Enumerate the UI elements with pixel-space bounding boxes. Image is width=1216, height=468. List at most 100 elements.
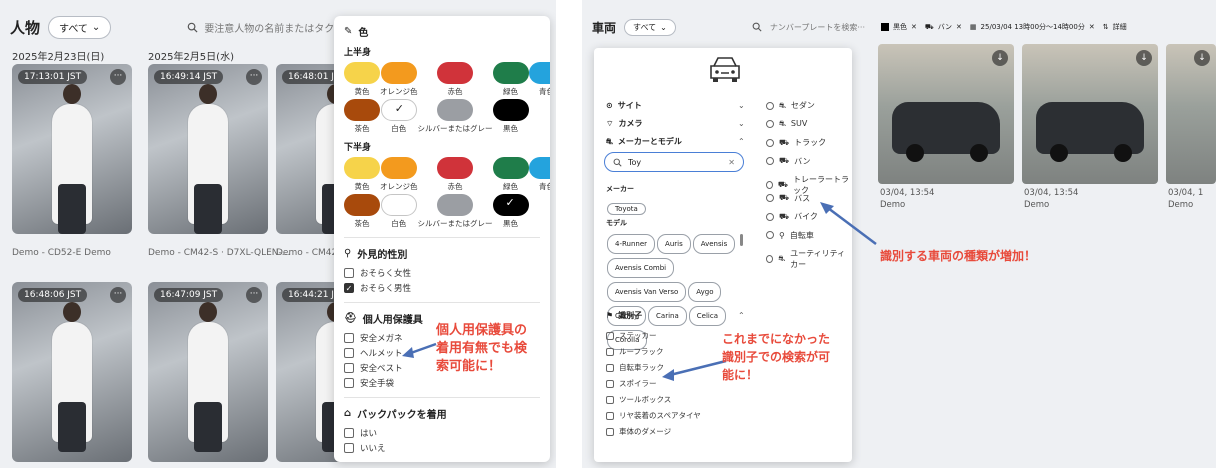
identifier-row[interactable]: ⚑ 識別子 ⌃	[606, 310, 745, 321]
color-dot[interactable]	[344, 99, 380, 121]
radio-button[interactable]	[766, 138, 774, 147]
checkbox[interactable]	[344, 378, 354, 388]
color-swatch[interactable]: オレンジ色	[380, 157, 418, 192]
close-icon[interactable]: ✕	[956, 23, 962, 31]
checkbox[interactable]	[606, 427, 614, 436]
vehicle-type-option[interactable]: ⛟ バス	[766, 193, 810, 204]
checkbox[interactable]	[344, 348, 354, 358]
close-icon[interactable]: ✕	[1089, 23, 1095, 31]
color-swatch[interactable]: 緑色	[492, 62, 529, 97]
checkbox[interactable]	[606, 379, 614, 388]
identifier-option[interactable]: リヤ装着のスペアタイヤ	[606, 410, 701, 421]
color-swatch[interactable]: 赤色	[418, 157, 493, 192]
model-tag[interactable]: 4-Runner	[607, 234, 656, 254]
color-dot[interactable]	[437, 99, 473, 121]
download-icon[interactable]: ↓	[992, 50, 1008, 66]
vehicle-type-option[interactable]: ⛐ SUV	[766, 119, 807, 129]
color-dot[interactable]: ✓	[492, 194, 529, 216]
vehicle-thumb[interactable]: ↓	[878, 44, 1014, 184]
checkbox-checked[interactable]: ✓	[344, 283, 354, 293]
person-card[interactable]: 17:13:01 JST ···	[12, 64, 132, 234]
checkbox[interactable]	[344, 268, 354, 278]
color-swatch[interactable]: 黄色	[344, 157, 380, 192]
download-icon[interactable]: ↓	[1194, 50, 1210, 66]
checkbox[interactable]	[606, 395, 614, 404]
identifier-option[interactable]: 車体のダメージ	[606, 426, 671, 437]
maker-tag[interactable]: Toyota	[607, 203, 646, 215]
more-icon[interactable]: ···	[110, 287, 126, 303]
color-dot[interactable]	[380, 194, 417, 216]
model-tag[interactable]: Avensis Combi	[607, 258, 675, 278]
color-dot[interactable]	[344, 157, 380, 179]
color-dot[interactable]	[344, 62, 380, 84]
more-icon[interactable]: ···	[246, 69, 262, 85]
checkbox[interactable]	[606, 331, 614, 340]
color-dot[interactable]	[492, 99, 529, 121]
checkbox[interactable]	[606, 347, 614, 356]
color-swatch[interactable]: 茶色	[344, 99, 380, 134]
close-icon[interactable]: ✕	[911, 23, 917, 31]
chevron-up-icon[interactable]: ⌃	[738, 311, 745, 320]
checkbox[interactable]	[344, 428, 354, 438]
identifier-option[interactable]: ルーフラック	[606, 346, 664, 357]
color-dot[interactable]	[380, 62, 417, 84]
filter-all-dropdown[interactable]: すべて ⌄	[48, 15, 112, 39]
color-dot[interactable]	[437, 62, 473, 84]
color-dot[interactable]: ✓	[380, 99, 417, 121]
checkbox[interactable]	[344, 333, 354, 343]
color-swatch[interactable]: ✓ 白色	[380, 99, 418, 134]
identifier-option[interactable]: 自転車ラック	[606, 362, 664, 373]
color-dot[interactable]	[528, 62, 550, 84]
color-dot[interactable]	[380, 157, 417, 179]
filter-all-dropdown[interactable]: すべて ⌄	[624, 18, 676, 36]
color-swatch[interactable]: 赤色	[418, 62, 493, 97]
checkbox[interactable]	[606, 363, 614, 372]
color-swatch[interactable]: シルバーまたはグレー	[418, 194, 493, 229]
radio-button[interactable]	[766, 181, 773, 189]
download-icon[interactable]: ↓	[1136, 50, 1152, 66]
radio-button[interactable]	[766, 255, 774, 263]
make-model-row[interactable]: ⛐ メーカーとモデル ⌃	[606, 136, 745, 147]
radio-button[interactable]	[766, 157, 774, 165]
color-dot[interactable]	[492, 157, 529, 179]
checkbox[interactable]	[344, 443, 354, 453]
color-swatch[interactable]: 緑色	[492, 157, 529, 192]
person-card[interactable]: 16:47:09 JST ···	[148, 282, 268, 462]
radio-button[interactable]	[766, 101, 774, 110]
vehicle-type-option[interactable]: ⛟ バン	[766, 156, 810, 167]
color-dot[interactable]	[492, 62, 529, 84]
color-dot[interactable]	[344, 194, 380, 216]
chevron-down-icon[interactable]: ⌄	[738, 101, 745, 110]
color-swatch[interactable]: オレンジ色	[380, 62, 418, 97]
site-row[interactable]: ⊙ サイト ⌄	[606, 100, 745, 111]
model-tag[interactable]: Auris	[657, 234, 691, 254]
clear-icon[interactable]: ✕	[728, 158, 735, 167]
vehicle-type-option[interactable]: ⚲ 自転車	[766, 230, 814, 241]
color-swatch[interactable]: 青色	[528, 62, 550, 97]
color-dot[interactable]	[437, 157, 473, 179]
chevron-up-icon[interactable]: ⌃	[738, 137, 745, 146]
vehicle-thumb[interactable]: ↓	[1166, 44, 1216, 184]
plate-search-input[interactable]: ナンバープレートを検索···	[744, 22, 873, 33]
model-tag[interactable]: Carina	[648, 306, 687, 326]
vehicle-type-option[interactable]: ⛟ バイク	[766, 211, 818, 222]
checkbox[interactable]	[344, 363, 354, 373]
identifier-option[interactable]: スポイラー	[606, 378, 657, 389]
color-swatch[interactable]: 黒色	[492, 99, 529, 134]
identifier-option[interactable]: ステッカー	[606, 330, 657, 341]
color-swatch[interactable]: 白色	[380, 194, 418, 229]
detail-button[interactable]: ⇅ 詳細	[1103, 22, 1127, 32]
radio-button[interactable]	[766, 119, 774, 128]
radio-button[interactable]	[766, 212, 774, 221]
person-card[interactable]: 16:48:06 JST ···	[12, 282, 132, 462]
color-swatch[interactable]: 黄色	[344, 62, 380, 97]
vehicle-thumb[interactable]: ↓	[1022, 44, 1158, 184]
backpack-option-no[interactable]: いいえ	[344, 442, 540, 454]
model-tag[interactable]: Avensis	[692, 234, 736, 254]
backpack-option-yes[interactable]: はい	[344, 427, 540, 439]
radio-button[interactable]	[766, 231, 774, 239]
ppe-option-gloves[interactable]: 安全手袋	[344, 377, 540, 389]
camera-row[interactable]: ⌔ カメラ ⌄	[606, 118, 745, 129]
color-swatch[interactable]: シルバーまたはグレー	[418, 99, 493, 134]
vehicle-type-option[interactable]: ⛟ トラック	[766, 137, 826, 148]
